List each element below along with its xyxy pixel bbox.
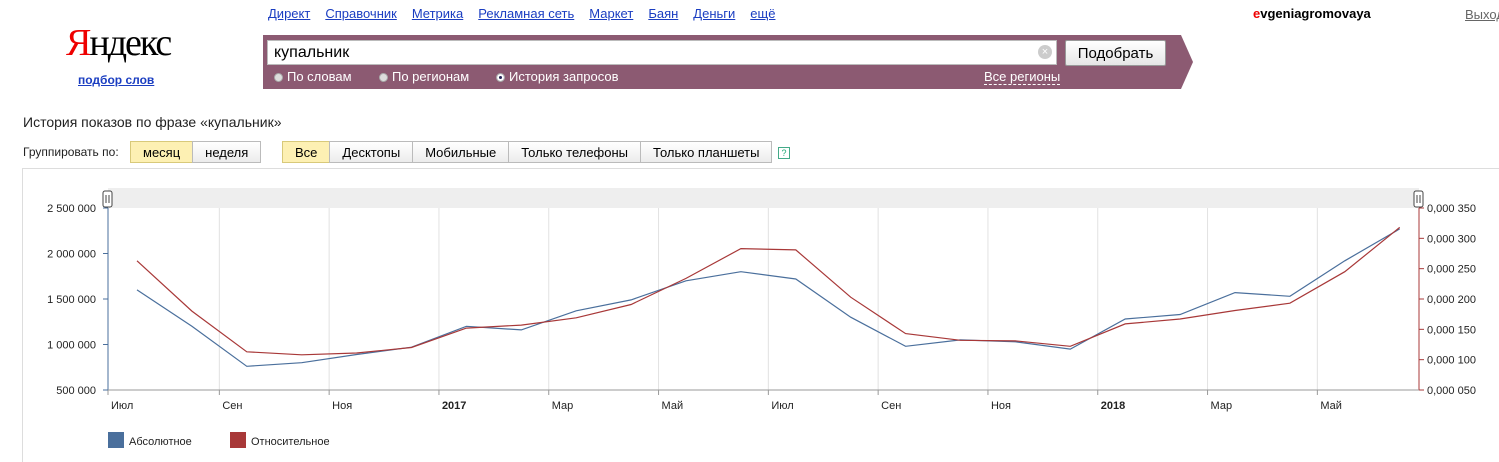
legend-label-relative: Относительное bbox=[251, 436, 330, 448]
nav-link-bayan[interactable]: Баян bbox=[648, 6, 678, 21]
legend-swatch-absolute bbox=[108, 432, 124, 448]
group-month-button[interactable]: месяц bbox=[130, 141, 194, 163]
x-tick-label: Мар bbox=[552, 400, 574, 412]
help-icon[interactable]: ? bbox=[778, 147, 790, 159]
x-tick-label: 2017 bbox=[442, 400, 466, 412]
x-tick-label: Ноя bbox=[332, 400, 352, 412]
radio-label: История запросов bbox=[509, 69, 619, 84]
nav-link-direct[interactable]: Директ bbox=[268, 6, 310, 21]
nav-link-money[interactable]: Деньги bbox=[693, 6, 735, 21]
range-handle-right[interactable] bbox=[1413, 190, 1424, 208]
x-tick-label: Мар bbox=[1211, 400, 1233, 412]
legend-label-absolute: Абсолютное bbox=[129, 436, 192, 448]
page-title: История показов по фразе «купальник» bbox=[23, 114, 282, 130]
device-tablets-button[interactable]: Только планшеты bbox=[640, 141, 773, 163]
x-tick-label: Июл bbox=[111, 400, 133, 412]
device-phones-button[interactable]: Только телефоны bbox=[508, 141, 642, 163]
group-by-toggle: месяц неделя bbox=[130, 141, 262, 163]
nav-link-market[interactable]: Маркет bbox=[589, 6, 633, 21]
y-left-tick-label: 2 000 000 bbox=[47, 249, 96, 261]
device-filter: Все Десктопы Мобильные Только телефоны Т… bbox=[282, 141, 773, 163]
pick-button[interactable]: Подобрать bbox=[1065, 40, 1166, 66]
radio-label: По регионам bbox=[392, 69, 470, 84]
radio-by-words[interactable]: По словам bbox=[274, 69, 352, 84]
logout-link[interactable]: Выход bbox=[1465, 7, 1499, 22]
y-left-tick-label: 1 500 000 bbox=[47, 294, 96, 306]
y-right-tick-label: 0,000 050 bbox=[1427, 385, 1476, 397]
y-right-tick-label: 0,000 200 bbox=[1427, 294, 1476, 306]
radio-label: По словам bbox=[287, 69, 352, 84]
x-tick-label: Май bbox=[1320, 400, 1342, 412]
y-left-tick-label: 2 500 000 bbox=[47, 203, 96, 215]
search-input[interactable] bbox=[267, 40, 1057, 65]
device-all-button[interactable]: Все bbox=[282, 141, 331, 163]
y-left-tick-label: 1 000 000 bbox=[47, 340, 96, 352]
yandex-logo[interactable]: Яндекс bbox=[66, 22, 172, 64]
y-right-tick-label: 0,000 250 bbox=[1427, 264, 1476, 276]
user-login[interactable]: evgeniagromovaya bbox=[1253, 6, 1371, 21]
legend-swatch-relative bbox=[230, 432, 246, 448]
x-tick-label: Сен bbox=[222, 400, 242, 412]
x-tick-label: 2018 bbox=[1101, 400, 1125, 412]
y-right-tick-label: 0,000 350 bbox=[1427, 203, 1476, 215]
x-tick-label: Сен bbox=[881, 400, 901, 412]
y-left-tick-label: 500 000 bbox=[56, 385, 96, 397]
logo-first-letter: Я bbox=[66, 22, 91, 64]
x-tick-label: Июл bbox=[771, 400, 793, 412]
clear-icon[interactable]: × bbox=[1038, 45, 1052, 59]
radio-by-regions[interactable]: По регионам bbox=[379, 69, 469, 84]
range-handle-left[interactable] bbox=[102, 190, 113, 208]
nav-link-directory[interactable]: Справочник bbox=[325, 6, 397, 21]
radio-checked-icon bbox=[496, 73, 505, 82]
y-right-tick-label: 0,000 100 bbox=[1427, 355, 1476, 367]
group-by-label: Группировать по: bbox=[23, 145, 119, 159]
radio-query-history[interactable]: История запросов bbox=[496, 69, 619, 84]
nav-link-more[interactable]: ещё bbox=[750, 6, 775, 21]
all-regions-link[interactable]: Все регионы bbox=[984, 69, 1061, 85]
radio-circle-icon bbox=[274, 73, 283, 82]
y-right-tick-label: 0,000 150 bbox=[1427, 324, 1476, 336]
nav-link-ad-network[interactable]: Рекламная сеть bbox=[478, 6, 574, 21]
device-desktops-button[interactable]: Десктопы bbox=[329, 141, 414, 163]
range-navigator[interactable] bbox=[108, 188, 1419, 208]
y-right-tick-label: 0,000 300 bbox=[1427, 233, 1476, 245]
nav-link-metrika[interactable]: Метрика bbox=[412, 6, 463, 21]
wordstat-sublogo-link[interactable]: подбор слов bbox=[78, 73, 154, 87]
user-login-rest: vgeniagromovaya bbox=[1260, 6, 1371, 21]
radio-circle-icon bbox=[379, 73, 388, 82]
logo-rest: ндекс bbox=[89, 22, 172, 64]
history-chart: 2 500 000 2 000 000 1 500 000 1 000 000 500 … bbox=[47, 188, 1476, 448]
top-nav: Директ Справочник Метрика Рекламная сеть Мар… bbox=[268, 6, 790, 21]
group-week-button[interactable]: неделя bbox=[192, 141, 262, 163]
x-tick-label: Май bbox=[662, 400, 684, 412]
x-tick-label: Ноя bbox=[991, 400, 1011, 412]
device-mobile-button[interactable]: Мобильные bbox=[412, 141, 510, 163]
